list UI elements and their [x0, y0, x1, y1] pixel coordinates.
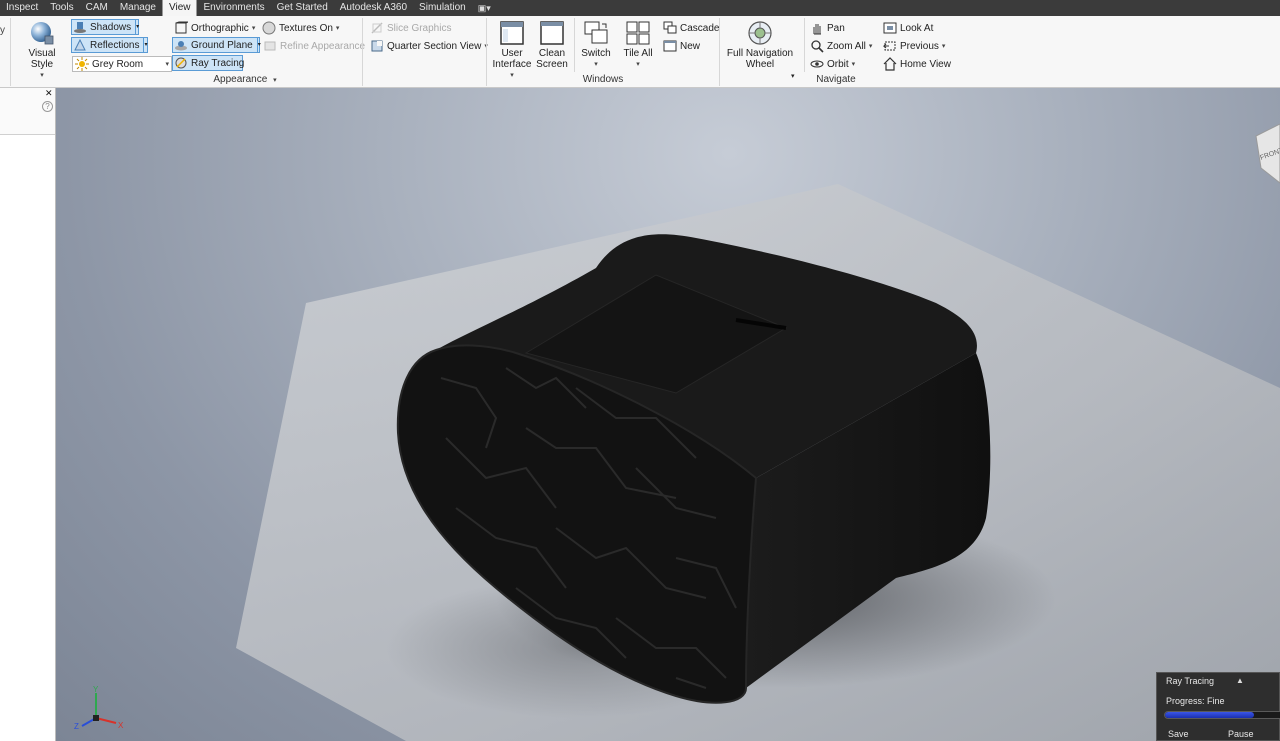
progress-bar-fill — [1165, 712, 1254, 718]
clean-screen-button[interactable]: Clean Screen — [534, 20, 570, 70]
pan-hand-icon — [813, 24, 821, 35]
visual-style-icon — [31, 22, 54, 45]
tab-tools[interactable]: Tools — [44, 0, 79, 16]
new-window-icon — [663, 40, 677, 52]
progress-label: Progress: Fine — [1166, 696, 1225, 706]
axis-triad: Y X Z — [74, 685, 124, 731]
zoom-icon — [811, 40, 824, 53]
reflections-button[interactable]: Reflections ▾ — [71, 37, 148, 53]
sun-icon — [75, 57, 89, 71]
orthographic-icon — [175, 21, 188, 34]
clean-screen-icon — [540, 21, 564, 45]
orthographic-button[interactable]: Orthographic ▾ — [174, 20, 255, 36]
tab-manage[interactable]: Manage — [114, 0, 162, 16]
ray-tracing-icon — [175, 57, 187, 69]
scene-svg: FRONT Y X Z — [74, 123, 1280, 741]
collapse-icon[interactable]: ▲ — [1236, 676, 1244, 685]
user-interface-button[interactable]: User Interface ▾ — [492, 20, 532, 81]
tab-autodesk-a360[interactable]: Autodesk A360 — [334, 0, 413, 16]
tab-cam[interactable]: CAM — [80, 0, 114, 16]
ray-tracing-panel: Ray Tracing ▲ Progress: Fine Save Pause — [1156, 672, 1280, 741]
axis-z-label: Z — [74, 722, 79, 731]
cut-off-label: y — [0, 24, 5, 36]
zoom-all-button[interactable]: Zoom All ▾ — [810, 38, 872, 54]
textures-icon — [262, 21, 276, 35]
home-icon — [883, 57, 897, 71]
switch-windows-icon — [584, 21, 608, 44]
pan-button[interactable]: Pan — [810, 20, 845, 36]
reflections-icon — [74, 38, 86, 51]
textures-on-button[interactable]: Textures On ▾ — [262, 20, 339, 36]
reflections-dropdown[interactable]: ▾ — [143, 38, 147, 52]
visual-style-button[interactable]: Visual Style ▾ — [16, 20, 68, 81]
quarter-section-view-button[interactable]: Quarter Section View▾ — [370, 38, 488, 54]
axis-x-label: X — [118, 721, 124, 730]
switch-button[interactable]: Switch ▾ — [578, 20, 614, 70]
ribbon-tab-bar: Inspect Tools CAM Manage View Environmen… — [0, 0, 1280, 16]
shadows-icon — [74, 22, 86, 33]
ground-plane-icon — [175, 41, 187, 51]
navigation-wheel-icon — [748, 21, 772, 45]
lighting-style-dropdown[interactable]: Grey Room ▾ — [72, 56, 172, 72]
orbit-button[interactable]: Orbit ▾ — [810, 56, 855, 72]
new-window-button[interactable]: New — [663, 38, 700, 54]
graphics-viewport[interactable]: FRONT Y X Z — [56, 88, 1280, 741]
save-button[interactable]: Save — [1168, 729, 1189, 739]
tab-simulation[interactable]: Simulation — [413, 0, 472, 16]
ground-plane-dropdown[interactable]: ▾ — [256, 38, 261, 52]
appearance-panel-title[interactable]: Appearance ▾ — [200, 74, 290, 85]
shadows-button[interactable]: Shadows ▾ — [71, 19, 139, 35]
axis-y-label: Y — [93, 685, 99, 694]
ray-tracing-button[interactable]: Ray Tracing — [172, 55, 244, 71]
tile-all-icon — [626, 21, 650, 45]
cascade-icon — [663, 21, 677, 34]
look-at-button[interactable]: Look At — [883, 20, 933, 36]
slice-graphics-icon — [371, 22, 383, 34]
cascade-button[interactable]: Cascade — [663, 20, 719, 36]
ray-tracing-title: Ray Tracing — [1166, 676, 1215, 686]
previous-view-button[interactable]: Previous ▾ — [883, 38, 945, 54]
slice-graphics-button[interactable]: Slice Graphics — [370, 20, 451, 36]
refine-appearance-button[interactable]: Refine Appearance — [263, 38, 365, 54]
browser-header: ✕ ? — [0, 88, 55, 135]
orbit-icon — [810, 60, 824, 68]
close-icon[interactable]: ✕ — [45, 88, 53, 99]
refine-appearance-icon — [264, 41, 276, 51]
pause-button[interactable]: Pause — [1228, 729, 1254, 739]
previous-view-icon — [883, 41, 896, 51]
quarter-section-icon — [371, 40, 383, 52]
help-icon[interactable]: ? — [42, 101, 53, 112]
user-interface-icon — [500, 21, 524, 45]
tab-view[interactable]: View — [161, 0, 198, 16]
windows-panel-title: Windows — [582, 74, 624, 85]
tile-all-button[interactable]: Tile All ▾ — [619, 20, 657, 70]
model-browser[interactable]: ✕ ? — [0, 88, 56, 741]
navigate-panel-title: Navigate — [816, 74, 856, 85]
ribbon-options-button[interactable]: ▣▾ — [472, 3, 497, 14]
shadows-dropdown[interactable]: ▾ — [135, 20, 139, 34]
look-at-icon — [883, 22, 897, 34]
camera-icon: ▣ — [477, 2, 487, 13]
ribbon: y Visual Style ▾ Shadows ▾ Reflections ▾… — [0, 16, 1280, 88]
progress-bar — [1164, 711, 1280, 719]
tab-inspect[interactable]: Inspect — [0, 0, 44, 16]
ground-plane-button[interactable]: Ground Plane ▾ — [172, 37, 261, 53]
view-cube[interactable]: FRONT — [1255, 123, 1280, 184]
tab-environments[interactable]: Environments — [197, 0, 270, 16]
navigation-wheel-dropdown[interactable]: ▾ — [791, 68, 795, 84]
home-view-button[interactable]: Home View — [883, 56, 951, 72]
tab-get-started[interactable]: Get Started — [271, 0, 334, 16]
full-navigation-wheel-button[interactable]: Full Navigation Wheel — [726, 20, 794, 70]
